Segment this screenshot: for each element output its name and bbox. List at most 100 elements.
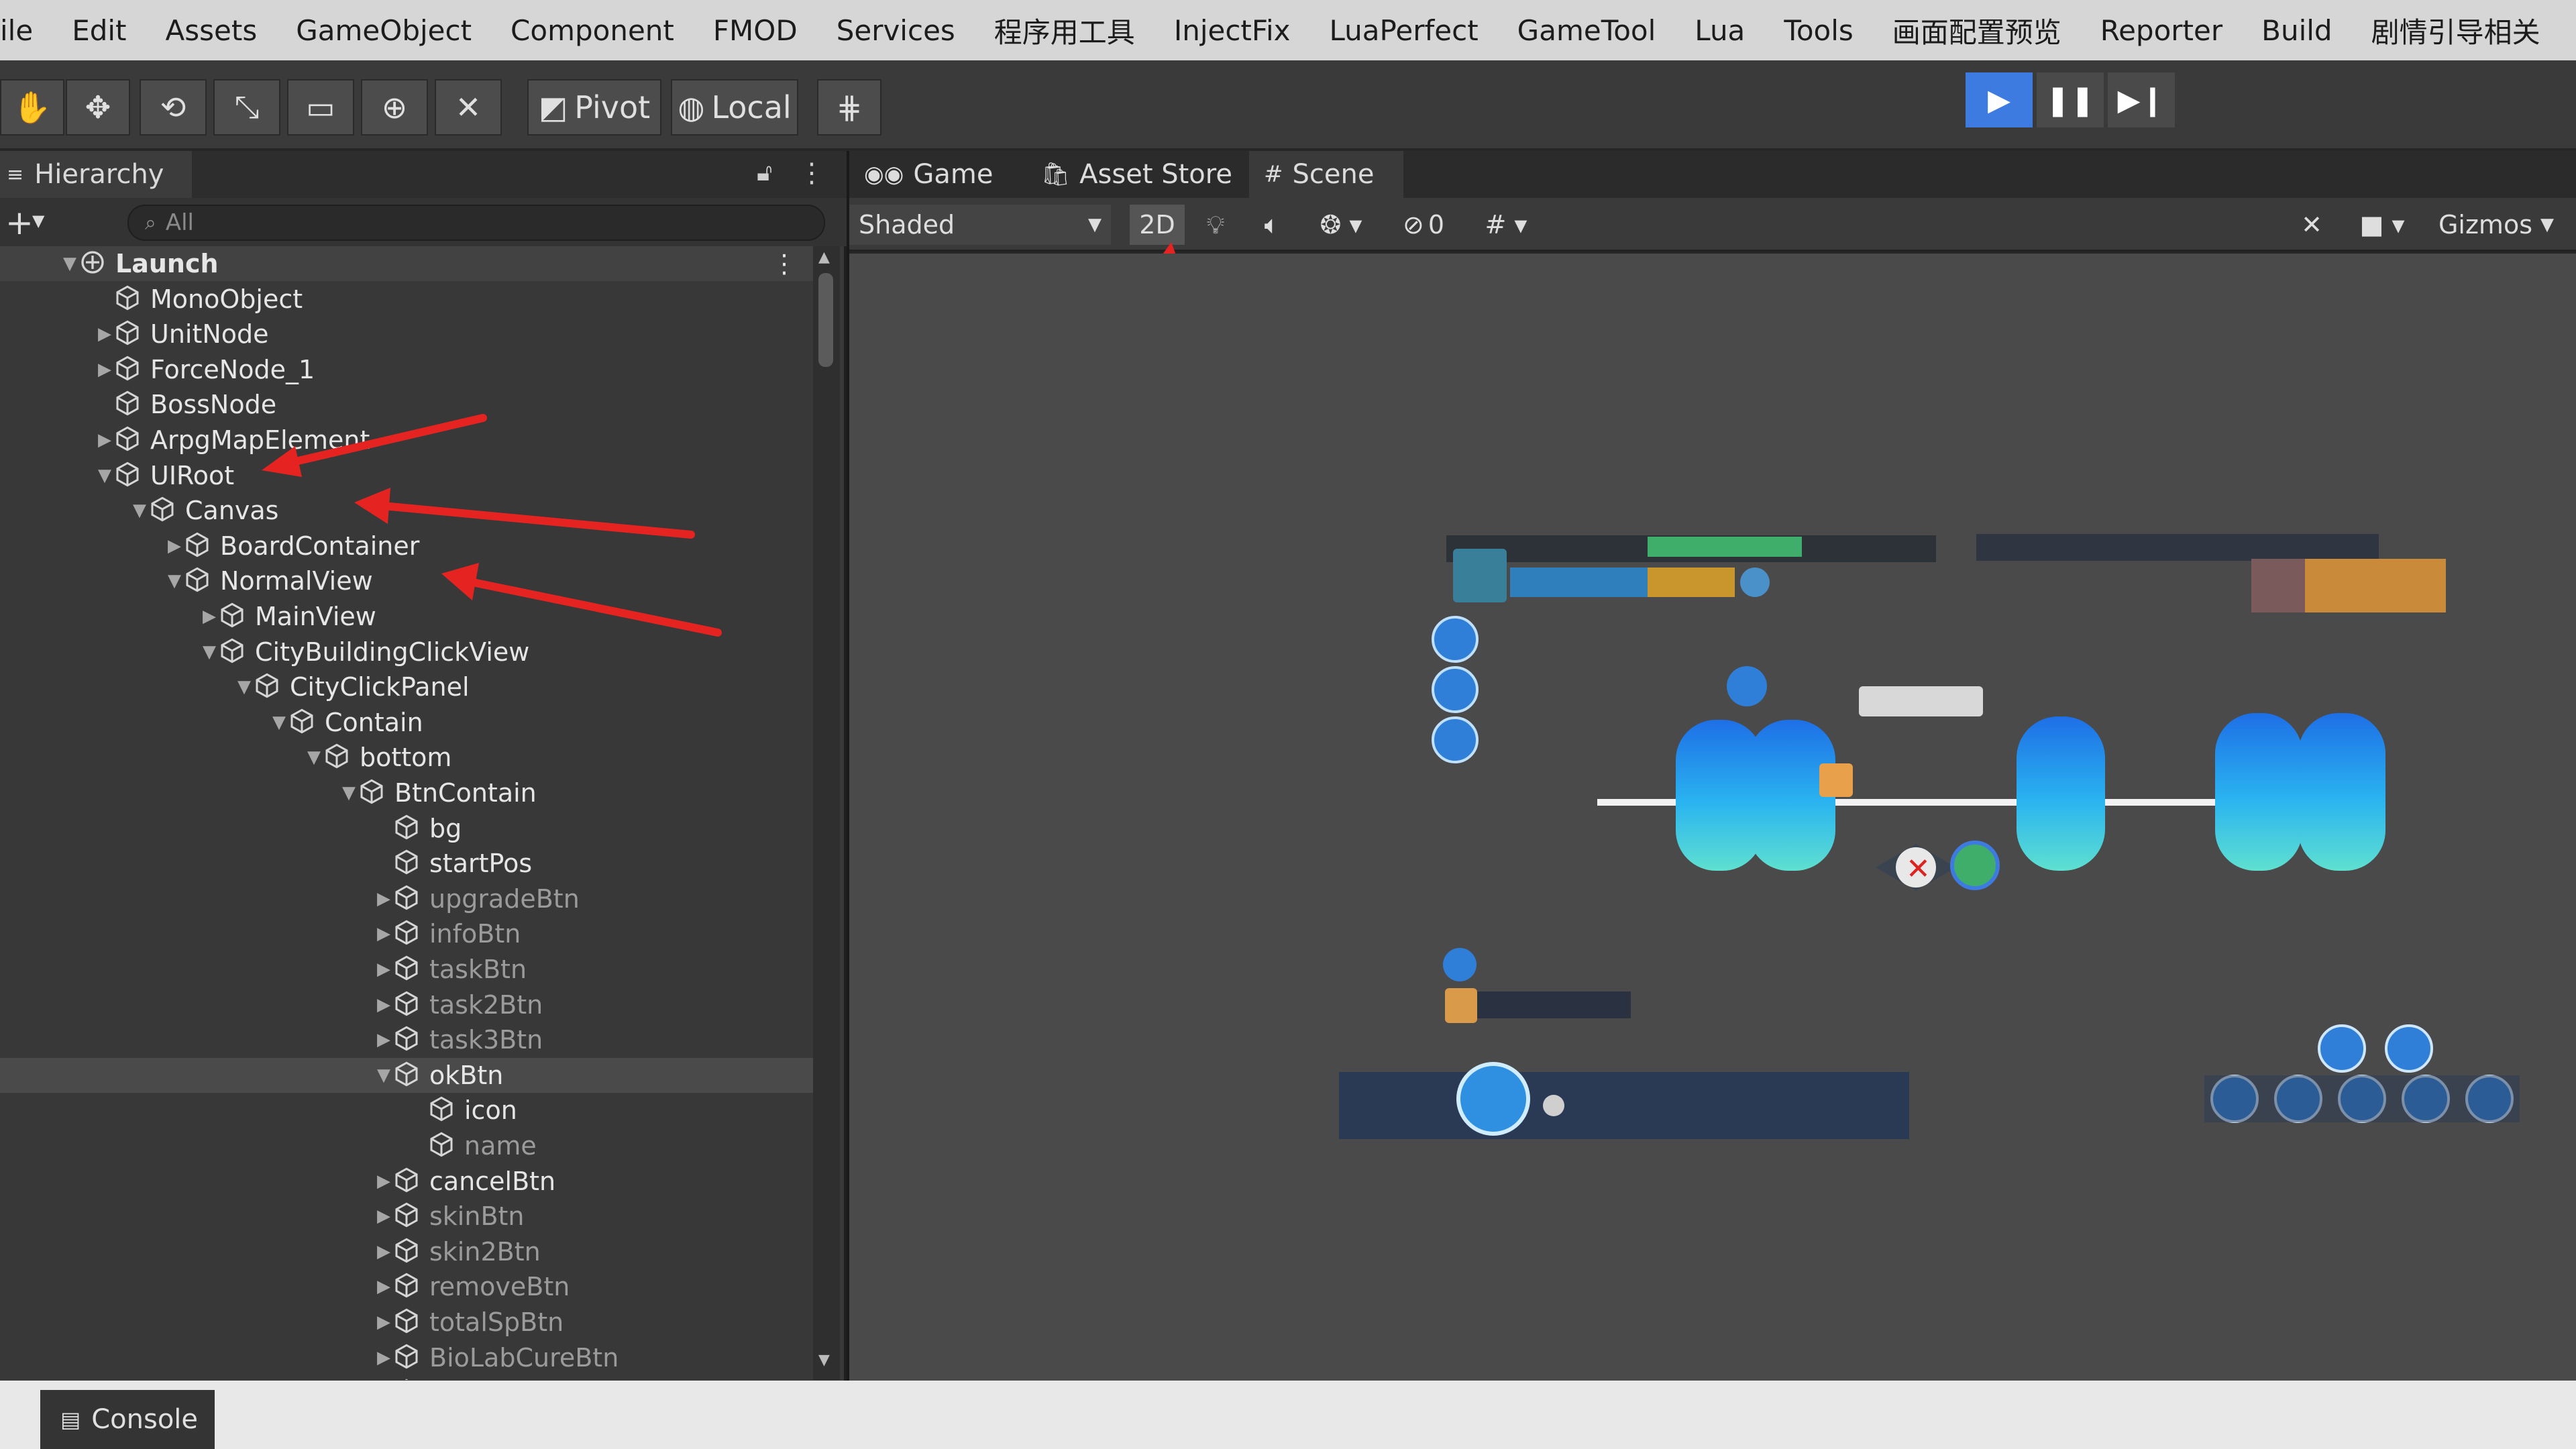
local-toggle[interactable]: ◍ Local	[671, 79, 798, 136]
expand-open-icon[interactable]: ▼	[270, 712, 288, 733]
menu-item[interactable]: LuaPerfect	[1330, 14, 1479, 47]
tab-console[interactable]: ▤ Console	[40, 1390, 215, 1449]
lighting-toggle-icon[interactable]: 💡︎	[1191, 205, 1240, 245]
hierarchy-row[interactable]: ▶ task3Btn	[0, 1022, 818, 1057]
gizmos-dropdown[interactable]: Gizmos ▼	[2426, 205, 2567, 245]
expand-open-icon[interactable]: ▼	[235, 677, 254, 697]
menu-item[interactable]: Build	[2261, 14, 2332, 47]
menu-item[interactable]: Tools	[1784, 14, 1853, 47]
expand-closed-icon[interactable]: ▶	[374, 1277, 393, 1297]
hand-tool-icon[interactable]: ✋	[0, 79, 64, 136]
hierarchy-scene-row[interactable]: ▼ Launch ⋮	[0, 246, 818, 281]
shading-dropdown[interactable]: Shaded ▼	[849, 205, 1111, 245]
grid-snap-icon[interactable]: ⋕	[817, 79, 881, 136]
hierarchy-scrollbar[interactable]: ▲ ▼	[813, 246, 840, 1380]
menu-item[interactable]: Reporter	[2100, 14, 2222, 47]
menu-item[interactable]: 程序用工具	[994, 10, 1135, 51]
menu-item[interactable]: GameObject	[296, 14, 472, 47]
pivot-toggle[interactable]: ◩ Pivot	[527, 79, 661, 136]
hierarchy-row[interactable]: ▶ UnitNode	[0, 317, 818, 352]
menu-item[interactable]: Edit	[72, 14, 126, 47]
hierarchy-row[interactable]: ▶ skinBtn	[0, 1199, 818, 1234]
hierarchy-row[interactable]: ▶ totalSpBtn	[0, 1305, 818, 1340]
expand-open-icon[interactable]: ▼	[95, 466, 114, 486]
hierarchy-row[interactable]: ▼ okBtn	[0, 1057, 818, 1093]
expand-closed-icon[interactable]: ▶	[374, 889, 393, 909]
expand-open-icon[interactable]: ▼	[165, 571, 184, 591]
expand-closed-icon[interactable]: ▶	[374, 1206, 393, 1226]
expand-open-icon[interactable]: ▼	[305, 747, 323, 767]
expand-closed-icon[interactable]: ▶	[95, 430, 114, 450]
hierarchy-row[interactable]: ▶ ForceNode_1	[0, 352, 818, 387]
expand-closed-icon[interactable]: ▶	[374, 1171, 393, 1191]
scene-viewport[interactable]: ✕	[849, 254, 2576, 1381]
expand-closed-icon[interactable]: ▶	[374, 1242, 393, 1262]
step-button[interactable]: ▶❙	[2108, 72, 2175, 127]
play-button[interactable]: ▶	[1966, 72, 2033, 127]
menu-item[interactable]: 画面配置预览	[1892, 10, 2061, 51]
tab-hierarchy[interactable]: ≡ Hierarchy	[0, 151, 192, 198]
hierarchy-row[interactable]: ▼ bottom	[0, 740, 818, 775]
expand-open-icon[interactable]: ▼	[60, 254, 79, 274]
hierarchy-row[interactable]: ▶ upgradeBtn	[0, 881, 818, 916]
hierarchy-row[interactable]: ▶ skin2Btn	[0, 1234, 818, 1269]
tab-asset-store[interactable]: 🛍︎ Asset Store	[1026, 151, 1248, 198]
hierarchy-row[interactable]: ▼ BtnContain	[0, 775, 818, 810]
hierarchy-search-input[interactable]: ⌕ All	[127, 205, 825, 241]
tab-scene[interactable]: # Scene	[1249, 151, 1403, 198]
hierarchy-row[interactable]: name	[0, 1128, 818, 1163]
hierarchy-row[interactable]: startPos	[0, 846, 818, 881]
expand-closed-icon[interactable]: ▶	[374, 1348, 393, 1368]
move-tool-icon[interactable]: ✥	[66, 79, 130, 136]
menu-item[interactable]: Lua	[1695, 14, 1745, 47]
menu-item[interactable]: FMOD	[713, 14, 798, 47]
expand-closed-icon[interactable]: ▶	[374, 924, 393, 944]
hierarchy-row[interactable]: bg	[0, 811, 818, 846]
expand-open-icon[interactable]: ▼	[130, 500, 149, 521]
tools-icon[interactable]: ✕	[2285, 205, 2339, 245]
scroll-thumb[interactable]	[818, 273, 833, 367]
hierarchy-row[interactable]: ▶ task2Btn	[0, 987, 818, 1022]
transform-tool-icon[interactable]: ⊕	[361, 79, 428, 136]
menu-item[interactable]: Component	[511, 14, 674, 47]
scale-tool-icon[interactable]: ⤡	[213, 79, 280, 136]
expand-closed-icon[interactable]: ▶	[374, 959, 393, 979]
hierarchy-row[interactable]: ▶ removeBtn	[0, 1269, 818, 1304]
expand-closed-icon[interactable]: ▶	[374, 995, 393, 1015]
expand-closed-icon[interactable]: ▶	[165, 536, 184, 556]
expand-closed-icon[interactable]: ▶	[200, 606, 219, 627]
expand-open-icon[interactable]: ▼	[339, 783, 358, 803]
custom-tool-icon[interactable]: ✕	[435, 79, 502, 136]
hidden-objects-toggle[interactable]: ⊘ 0	[1386, 205, 1461, 245]
menu-item[interactable]: Services	[837, 14, 955, 47]
rotate-tool-icon[interactable]: ⟲	[140, 79, 207, 136]
chevron-down-icon[interactable]: ▼	[32, 211, 44, 230]
scroll-up-icon[interactable]: ▲	[818, 249, 830, 266]
hierarchy-row[interactable]: ▼ Contain	[0, 705, 818, 740]
lock-icon[interactable]: 🔓︎	[757, 159, 772, 187]
hierarchy-row[interactable]: ▼ CityClickPanel	[0, 669, 818, 704]
more-menu-icon[interactable]: ⋮	[798, 158, 825, 189]
effects-dropdown-icon[interactable]: ❂ ▾	[1304, 205, 1378, 245]
menu-item[interactable]: ile	[0, 14, 33, 47]
hierarchy-row[interactable]: ▶ taskBtn	[0, 952, 818, 987]
expand-closed-icon[interactable]: ▶	[95, 360, 114, 380]
expand-closed-icon[interactable]: ▶	[374, 1312, 393, 1332]
rect-tool-icon[interactable]: ▭	[287, 79, 354, 136]
tab-game[interactable]: ◉◉ Game	[849, 151, 1025, 198]
hierarchy-row[interactable]: ▶BioLabHospitalBtn	[0, 1375, 818, 1380]
hierarchy-row[interactable]: ▶ infoBtn	[0, 916, 818, 951]
menu-item[interactable]: InjectFix	[1174, 14, 1291, 47]
scroll-down-icon[interactable]: ▼	[818, 1352, 830, 1368]
audio-toggle-icon[interactable]: 🔈︎	[1248, 205, 1296, 245]
expand-closed-icon[interactable]: ▶	[95, 324, 114, 344]
hierarchy-row[interactable]: icon	[0, 1093, 818, 1128]
hierarchy-row[interactable]: ▶ cancelBtn	[0, 1164, 818, 1199]
hierarchy-row[interactable]: MonoObject	[0, 282, 818, 317]
pause-button[interactable]: ❚❚	[2037, 72, 2104, 127]
expand-closed-icon[interactable]: ▶	[374, 1030, 393, 1050]
scene-more-icon[interactable]: ⋮	[771, 249, 797, 278]
hierarchy-row[interactable]: ▶ BioLabCureBtn	[0, 1340, 818, 1375]
expand-open-icon[interactable]: ▼	[200, 642, 219, 662]
add-object-icon[interactable]: +	[5, 203, 34, 242]
